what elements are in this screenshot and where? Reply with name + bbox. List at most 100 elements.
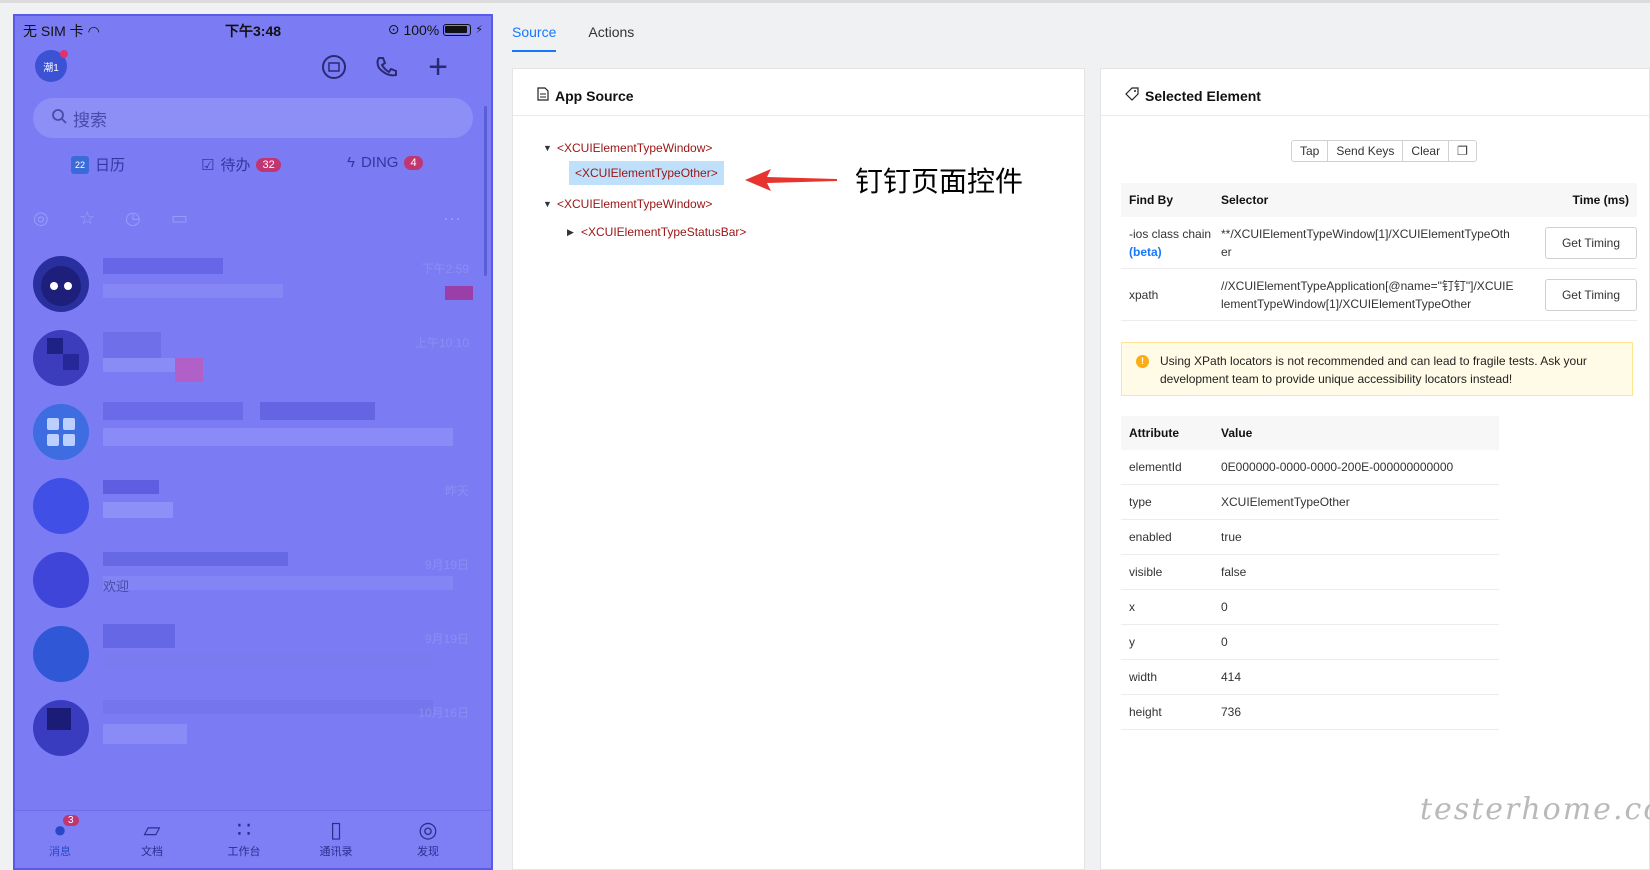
tree-node-label: <XCUIElementTypeOther> [569, 161, 724, 185]
tab-actions[interactable]: Actions [588, 24, 634, 52]
notification-dot [60, 50, 68, 58]
avatar [33, 256, 89, 312]
table-row: y0 [1121, 625, 1499, 660]
tree-node[interactable]: ▶ <XCUIElementTypeStatusBar> [567, 225, 746, 239]
tree-node[interactable]: ▼ <XCUIElementTypeWindow> [543, 141, 712, 155]
document-icon: ▱ [143, 817, 161, 842]
time-cell: Get Timing [1527, 278, 1637, 311]
attribute-value: true [1221, 530, 1242, 544]
more-icon[interactable]: ··· [443, 208, 461, 229]
carrier-text: 无 SIM 卡 ◠ [23, 23, 100, 39]
quick-todo[interactable]: ☑ 待办 32 [201, 154, 281, 175]
table-row: xpath //XCUIElementTypeApplication[@name… [1121, 269, 1637, 321]
chat-time: 昨天 [444, 484, 469, 498]
wifi-icon: ◠ [87, 23, 100, 39]
selected-element-title: Selected Element [1125, 87, 1261, 104]
header-selector: Selector [1221, 193, 1269, 207]
chat-time: 9月19日 [424, 632, 469, 646]
tree-node-selected[interactable]: <XCUIElementTypeOther> [569, 161, 724, 185]
warning-text: development team to provide unique acces… [1160, 372, 1513, 386]
status-time: 下午3:48 [225, 23, 282, 39]
tab-source[interactable]: Source [512, 24, 557, 52]
chat-item[interactable]: 下午2:59 [15, 244, 491, 318]
chat-item[interactable]: 9月19日 [15, 614, 491, 688]
copy-attributes-button[interactable]: ❐ [1449, 141, 1476, 161]
star-icon[interactable]: ☆ [79, 208, 95, 229]
quick-ding[interactable]: ϟ DING 4 [347, 154, 423, 171]
tree-node[interactable]: ▼ <XCUIElementTypeWindow> [543, 197, 712, 211]
selector-cell[interactable]: **/XCUIElementTypeWindow[1]/XCUIElementT… [1221, 225, 1527, 261]
clear-button[interactable]: Clear [1403, 141, 1450, 161]
table-header: Attribute Value [1121, 416, 1499, 450]
battery-icon [443, 23, 472, 36]
attribute-name: visible [1129, 565, 1163, 579]
at-icon[interactable]: ◎ [33, 208, 49, 229]
phone-call-icon[interactable] [371, 52, 401, 82]
table-row: height 736 [1121, 695, 1499, 730]
expand-caret-icon[interactable]: ▼ [543, 199, 557, 209]
annotation-arrow [745, 169, 837, 191]
watermark: testerhome.com [1420, 792, 1650, 827]
chat-item[interactable] [15, 392, 491, 466]
table-row: width 414 [1121, 660, 1499, 695]
message-icon: ● [53, 817, 67, 842]
chat-item[interactable]: 昨天 [15, 466, 491, 540]
divider [513, 115, 1084, 116]
chat-item[interactable]: 上午10:10 [15, 318, 491, 392]
tab-workbench[interactable]: ∷ 工作台 [209, 817, 279, 859]
inspector-tabs: Source Actions [512, 24, 634, 52]
send-keys-button[interactable]: Send Keys [1328, 141, 1404, 161]
header-time: Time (ms) [1572, 193, 1629, 207]
avatar [33, 552, 89, 608]
find-by-cell: xpath [1121, 288, 1221, 302]
annotation-text: 钉钉页面控件 [855, 166, 1024, 197]
quick-calendar[interactable]: 22 日历 [71, 154, 125, 175]
orientation-lock-icon: ⊙ [387, 21, 400, 37]
table-header: Find By Selector Time (ms) [1121, 183, 1637, 217]
clock-icon[interactable]: ◷ [125, 208, 141, 229]
attribute-value: 414 [1221, 670, 1242, 684]
divider [1101, 115, 1649, 116]
find-by-cell: -ios class chain (beta) [1121, 225, 1221, 261]
device-screen[interactable]: 无 SIM 卡 ◠ 下午3:48 ⊙ 100% ⚡ 潮1 + 搜索 22 日历 … [13, 14, 493, 870]
file-icon [537, 87, 549, 104]
chat-bubble-icon[interactable] [319, 52, 349, 82]
avatar [33, 404, 89, 460]
get-timing-button[interactable]: Get Timing [1544, 278, 1637, 311]
attribute-name: height [1129, 705, 1162, 719]
search-placeholder: 搜索 [73, 110, 107, 130]
table-row: x0 [1121, 590, 1499, 625]
charging-icon: ⚡ [475, 24, 483, 36]
tab-docs[interactable]: ▱ 文档 [117, 817, 187, 859]
header-find-by: Find By [1129, 193, 1173, 207]
chat-item[interactable]: 10月16日 [15, 688, 491, 762]
chat-item[interactable]: 欢迎 9月19日 [15, 540, 491, 614]
quick-label: DING [360, 154, 399, 171]
get-timing-button[interactable]: Get Timing [1544, 226, 1637, 259]
tag-icon [1125, 87, 1139, 104]
tab-label: 发现 [417, 846, 439, 858]
add-icon[interactable]: + [423, 48, 453, 86]
tab-label: 消息 [49, 846, 71, 858]
tab-discover[interactable]: ◎ 发现 [393, 817, 463, 859]
tab-messages[interactable]: ● 3 消息 [25, 815, 95, 859]
message-badge: 3 [63, 815, 79, 826]
search-bar[interactable]: 搜索 [33, 98, 473, 138]
selector-cell[interactable]: //XCUIElementTypeApplication[@name="钉钉"]… [1221, 277, 1527, 313]
warning-icon: ! [1136, 355, 1149, 368]
warning-text: Using XPath locators is not recommended … [1160, 354, 1587, 368]
tree-node-label: <XCUIElementTypeStatusBar> [581, 225, 747, 239]
panel-title-text: Selected Element [1145, 87, 1261, 104]
collapse-caret-icon[interactable]: ▶ [567, 227, 581, 238]
filter-row: ◎ ☆ ◷ ▭ ··· [33, 208, 483, 232]
expand-caret-icon[interactable]: ▼ [543, 143, 557, 153]
archive-icon[interactable]: ▭ [171, 208, 188, 229]
time-cell: Get Timing [1527, 226, 1637, 259]
chat-time: 上午10:10 [414, 336, 469, 350]
app-root: 无 SIM 卡 ◠ 下午3:48 ⊙ 100% ⚡ 潮1 + 搜索 22 日历 … [0, 0, 1650, 870]
tap-button[interactable]: Tap [1292, 141, 1329, 161]
attribute-name: x [1129, 600, 1135, 614]
ding-count-badge: 4 [404, 155, 423, 170]
tab-contacts[interactable]: ▯ 通讯录 [301, 817, 371, 859]
user-avatar[interactable]: 潮1 [35, 50, 68, 82]
